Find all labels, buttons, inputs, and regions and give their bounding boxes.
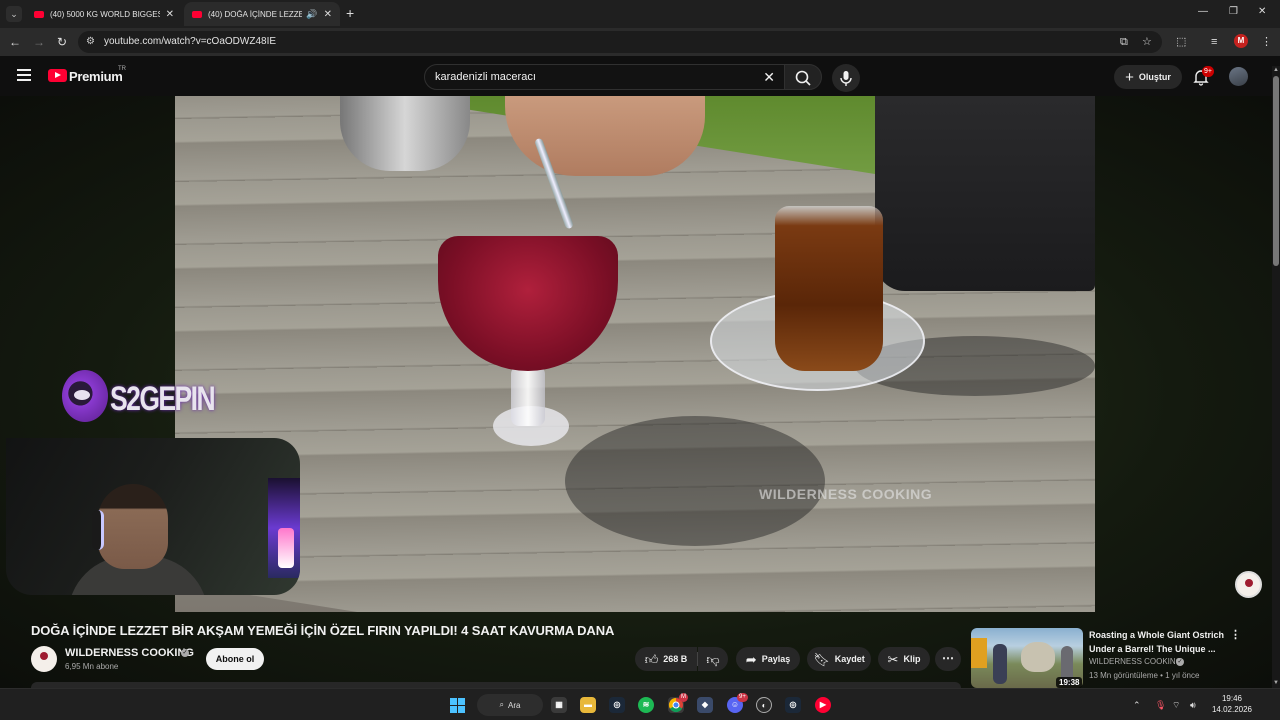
channel-watermark: WILDERNESS COOKING <box>759 486 933 502</box>
scissors-icon: ✂ <box>887 651 899 667</box>
scroll-down-icon[interactable]: ▼ <box>1272 679 1280 687</box>
voice-search-button[interactable] <box>832 64 860 92</box>
windows-taskbar: ⌕ Ara ▦ ▬ ◎ ≋ M ◆ ☺ 9+ ◐ ◎ ▶ ⌃ 🎙︎ ⌔ 🔊︎ 1… <box>0 688 1280 720</box>
search-icon <box>795 70 811 86</box>
reading-list-icon[interactable]: ≡ <box>1211 35 1217 49</box>
site-info-icon[interactable]: ⚙ <box>86 36 95 47</box>
subscribe-button[interactable]: Abone ol <box>206 648 264 670</box>
recommendation-title[interactable]: Roasting a Whole Giant Ostrich Under a B… <box>1089 628 1229 656</box>
create-button[interactable]: + Oluştur <box>1114 65 1182 89</box>
close-tab-icon[interactable]: ✕ <box>166 9 174 20</box>
reload-icon[interactable]: ↻ <box>57 34 67 50</box>
youtube-favicon-icon <box>34 10 44 18</box>
extensions-icon[interactable]: ⬚ <box>1176 35 1186 49</box>
channel-avatar[interactable] <box>31 646 57 672</box>
microphone-icon[interactable]: 🎙︎ <box>1155 699 1166 711</box>
tab-search-icon[interactable]: ⌄ <box>6 6 22 22</box>
cast-icon[interactable]: ⧉ <box>1120 35 1128 49</box>
address-bar[interactable]: ⚙ youtube.com/watch?v=cOaODWZ48IE <box>78 31 1162 53</box>
browser-toolbar: ← → ↻ ⚙ youtube.com/watch?v=cOaODWZ48IE … <box>0 28 1280 56</box>
verified-icon: ✓ <box>181 649 189 657</box>
youtube-favicon-icon <box>192 10 202 18</box>
app-icon[interactable]: ◆ <box>697 697 713 713</box>
windows-start-icon[interactable] <box>450 698 465 713</box>
plus-icon: + <box>1125 68 1134 86</box>
restore-icon[interactable]: ❐ <box>1229 6 1238 17</box>
video-duration: 19:38 <box>1056 677 1083 688</box>
hand <box>505 96 705 176</box>
recommendation-channel[interactable]: WILDERNESS COOKING <box>1089 657 1182 666</box>
dislike-button[interactable]: 👎︎ <box>698 647 728 671</box>
channel-name[interactable]: WILDERNESS COOKING <box>65 647 194 659</box>
bookmark-star-icon[interactable]: ☆ <box>1142 35 1152 49</box>
browser-tab-strip: ⌄ (40) 5000 KG WORLD BIGGEST ✕ (40) DOĞA… <box>0 0 1280 28</box>
microphone-icon <box>840 71 852 86</box>
steam-icon[interactable]: ◎ <box>785 697 801 713</box>
taskbar-clock[interactable]: 19:46 14.02.2026 <box>1208 693 1256 715</box>
tray-chevron-icon[interactable]: ⌃ <box>1133 699 1141 711</box>
more-actions-button[interactable]: ⋯ <box>935 647 961 671</box>
subscriber-count: 6,95 Mn abone <box>65 662 119 671</box>
speaker-icon[interactable]: 🔊 <box>306 9 317 20</box>
forward-arrow-icon[interactable]: → <box>33 34 45 50</box>
search-button[interactable] <box>784 64 822 90</box>
account-avatar[interactable] <box>1229 67 1248 86</box>
volume-icon[interactable]: 🔊︎ <box>1190 699 1196 711</box>
clip-button[interactable]: ✂ Klip <box>878 647 930 671</box>
close-window-icon[interactable]: ✕ <box>1258 6 1266 17</box>
chrome-badge: M <box>679 693 688 702</box>
scrollbar-thumb[interactable] <box>1273 76 1279 266</box>
back-arrow-icon[interactable]: ← <box>9 34 21 50</box>
url-text[interactable]: youtube.com/watch?v=cOaODWZ48IE <box>104 36 276 47</box>
thumbs-down-icon: 👎︎ <box>706 651 720 667</box>
tab-world-biggest[interactable]: (40) 5000 KG WORLD BIGGEST ✕ <box>26 2 182 26</box>
search-icon: ⌕ <box>499 700 505 709</box>
share-button[interactable]: ➦ Paylaş <box>736 647 800 671</box>
notification-count-badge: 9+ <box>1202 66 1214 77</box>
clear-search-icon[interactable]: ✕ <box>763 69 775 85</box>
youtube-logo-icon[interactable] <box>48 69 67 82</box>
tab-doga-icinde[interactable]: (40) DOĞA İÇİNDE LEZZET 🔊 ✕ <box>184 2 340 26</box>
youtube-music-icon[interactable]: ▶ <box>815 697 831 713</box>
samovar <box>340 96 470 171</box>
video-title: DOĞA İÇİNDE LEZZET BİR AKŞAM YEMEĞİ İÇİN… <box>31 623 615 638</box>
close-tab-icon[interactable]: ✕ <box>324 9 332 20</box>
taskbar-search[interactable]: ⌕ Ara <box>477 694 543 716</box>
country-code: TR <box>118 66 126 72</box>
tea-glass <box>775 206 883 371</box>
streamer-logo-icon <box>62 370 108 422</box>
spotify-icon[interactable]: ≋ <box>638 697 654 713</box>
new-tab-button[interactable]: + <box>346 6 354 20</box>
steam-icon[interactable]: ◎ <box>609 697 625 713</box>
headphones <box>92 510 104 550</box>
youtube-masthead: Premium TR karadenizli maceracı ✕ + Oluş… <box>0 56 1280 96</box>
task-view-icon[interactable]: ▦ <box>551 697 567 713</box>
share-arrow-icon: ➦ <box>745 651 757 667</box>
wifi-icon[interactable]: ⌔ <box>1172 699 1180 711</box>
recommendation-meta: 13 Mn görüntüleme • 1 yıl önce <box>1089 671 1200 680</box>
streamer-name: S2GEPIN <box>110 380 216 418</box>
scroll-up-icon[interactable]: ▲ <box>1272 66 1280 74</box>
profile-avatar[interactable]: M <box>1234 34 1248 48</box>
search-input[interactable]: karadenizli maceracı ✕ <box>424 64 786 90</box>
like-button[interactable]: 👍︎ 268 B <box>635 647 697 671</box>
video-player[interactable]: WILDERNESS COOKING <box>175 96 1095 612</box>
streamer-face <box>98 484 168 569</box>
save-button[interactable]: 🔖︎ Kaydet <box>807 647 871 671</box>
channel-branding-icon[interactable] <box>1235 571 1262 598</box>
minimize-icon[interactable]: — <box>1198 6 1208 17</box>
webcam-overlay <box>6 438 300 595</box>
hamburger-menu-icon[interactable] <box>17 69 31 84</box>
app-icon[interactable]: ◐ <box>756 697 772 713</box>
kebab-menu-icon[interactable]: ⋮ <box>1261 35 1272 49</box>
file-explorer-icon[interactable]: ▬ <box>580 697 596 713</box>
verified-icon: ✓ <box>1176 658 1184 666</box>
discord-badge: 9+ <box>737 693 748 702</box>
recommendation-menu-icon[interactable]: ⋮ <box>1230 629 1241 641</box>
brand-label[interactable]: Premium <box>69 69 123 84</box>
bookmark-icon: 🔖︎ <box>813 651 830 667</box>
thumbs-up-icon: 👍︎ <box>644 651 659 667</box>
